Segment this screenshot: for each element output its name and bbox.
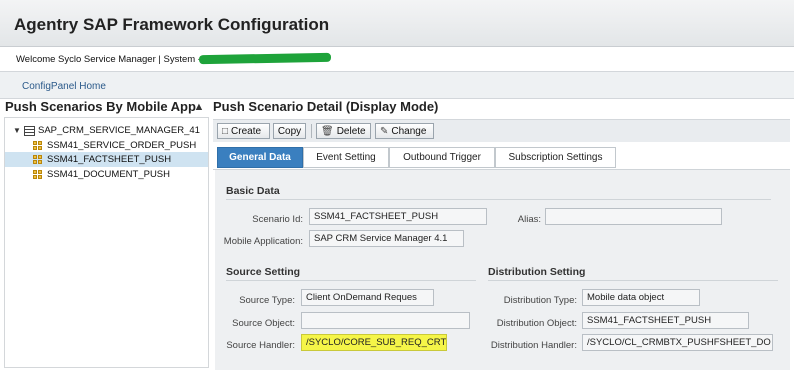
alias-label: Alias:: [517, 214, 541, 225]
distribution-setting-title: Distribution Setting: [488, 266, 586, 278]
source-type-label: Source Type:: [239, 295, 295, 306]
scenario-id-label: Scenario Id:: [252, 214, 303, 225]
source-type-field[interactable]: Client OnDemand Reques: [301, 289, 434, 306]
create-button[interactable]: □ Create: [217, 123, 270, 139]
tree-root-item[interactable]: ▼ SAP_CRM_SERVICE_MANAGER_41: [13, 123, 200, 138]
general-data-panel: Basic Data Scenario Id: SSM41_FACTSHEET_…: [215, 170, 790, 370]
scenario-node-icon: [33, 169, 43, 180]
scenario-node-icon: [33, 140, 43, 151]
trash-icon: 🗑: [321, 125, 334, 137]
basic-data-title: Basic Data: [226, 185, 280, 197]
distribution-type-field[interactable]: Mobile data object: [582, 289, 700, 306]
source-setting-title: Source Setting: [226, 266, 301, 278]
scenario-tree: ▼ SAP_CRM_SERVICE_MANAGER_41 SSM41_SERVI…: [4, 117, 209, 368]
detail-title: Push Scenario Detail (Display Mode): [213, 99, 439, 114]
source-handler-label: Source Handler:: [226, 340, 295, 351]
delete-button[interactable]: 🗑 Delete: [316, 123, 371, 139]
distribution-type-label: Distribution Type:: [503, 295, 577, 306]
section-divider: [488, 280, 778, 281]
tab-subscription-settings[interactable]: Subscription Settings: [495, 147, 616, 168]
source-handler-field[interactable]: /SYCLO/CORE_SUB_REQ_CRT: [301, 334, 447, 351]
mobile-application-field[interactable]: SAP CRM Service Manager 4.1: [309, 230, 464, 247]
section-divider: [226, 280, 476, 281]
tree-item-label: SSM41_SERVICE_ORDER_PUSH: [47, 140, 197, 151]
distribution-handler-label: Distribution Handler:: [490, 340, 577, 351]
section-divider: [226, 199, 771, 200]
left-panel-title: Push Scenarios By Mobile App: [5, 99, 196, 114]
tab-outbound-trigger[interactable]: Outbound Trigger: [389, 147, 495, 168]
expand-triangle-icon[interactable]: ▼: [13, 126, 21, 135]
tree-item-label: SSM41_FACTSHEET_PUSH: [47, 154, 172, 165]
tree-item-label: SSM41_DOCUMENT_PUSH: [47, 169, 170, 180]
source-object-field[interactable]: [301, 312, 470, 329]
app-title: Agentry SAP Framework Configuration: [14, 15, 330, 34]
tab-strip: General Data Event Setting Outbound Trig…: [213, 143, 790, 170]
source-object-label: Source Object:: [232, 318, 295, 329]
change-button[interactable]: ✎ Change: [375, 123, 434, 139]
tab-event-setting[interactable]: Event Setting: [303, 147, 389, 168]
tree-item[interactable]: SSM41_SERVICE_ORDER_PUSH: [33, 138, 196, 153]
distribution-object-label: Distribution Object:: [496, 318, 577, 329]
tab-general-data[interactable]: General Data: [217, 147, 303, 168]
scenario-node-icon: [33, 154, 43, 165]
scenario-id-field[interactable]: SSM41_FACTSHEET_PUSH: [309, 208, 487, 225]
distribution-handler-field[interactable]: /SYCLO/CL_CRMBTX_PUSHFSHEET_DO: [582, 334, 773, 351]
mobile-application-label: Mobile Application:: [223, 236, 303, 247]
tree-item[interactable]: SSM41_DOCUMENT_PUSH: [33, 167, 170, 182]
alias-field[interactable]: [545, 208, 722, 225]
collapse-icon[interactable]: ▲: [193, 101, 205, 113]
distribution-object-field[interactable]: SSM41_FACTSHEET_PUSH: [582, 312, 749, 329]
pencil-icon: ✎: [380, 125, 389, 137]
toolbar-separator: [311, 124, 312, 138]
tree-root-label: SAP_CRM_SERVICE_MANAGER_41: [38, 125, 200, 136]
welcome-text: Welcome Syclo Service Manager | System -: [16, 54, 201, 65]
application-icon: [24, 125, 35, 136]
detail-toolbar: □ Create Copy 🗑 Delete ✎ Change: [213, 119, 790, 142]
new-document-icon: □: [222, 125, 229, 137]
copy-button[interactable]: Copy: [273, 123, 306, 139]
configpanel-home-link[interactable]: ConfigPanel Home: [22, 81, 106, 92]
welcome-bar: Welcome Syclo Service Manager | System -: [0, 47, 794, 72]
app-header: Agentry SAP Framework Configuration: [0, 0, 794, 47]
breadcrumb-bar: [0, 72, 794, 99]
tree-item-selected[interactable]: SSM41_FACTSHEET_PUSH: [5, 152, 208, 167]
